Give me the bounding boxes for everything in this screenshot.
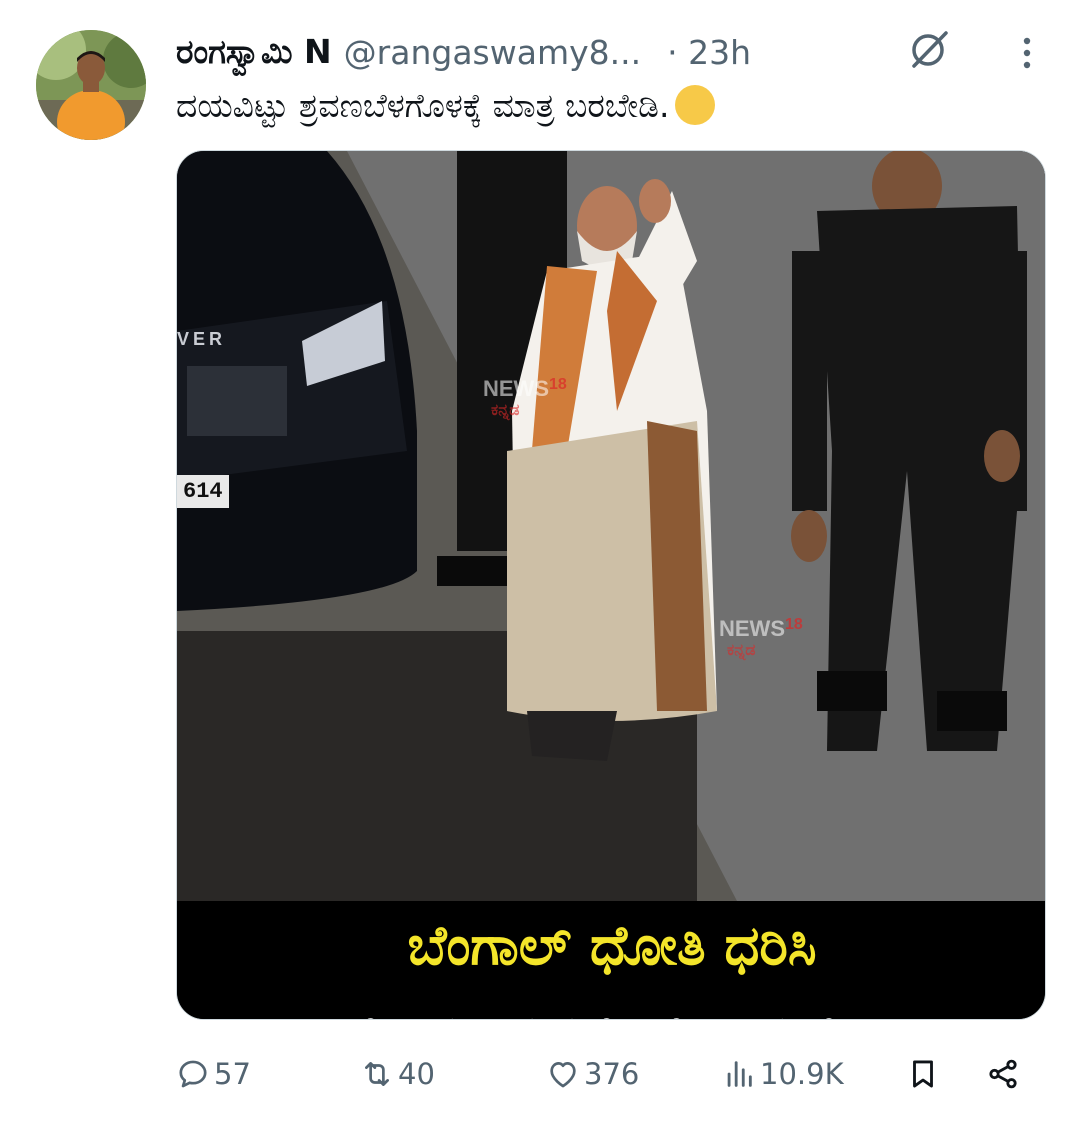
action-bar: 57 40 376 10.9K: [176, 1048, 1046, 1100]
share-icon: [989, 1059, 1017, 1089]
watermark-brand: NEWS: [719, 616, 785, 641]
media-photo: [177, 151, 1045, 901]
thinking-face-emoji: [675, 84, 716, 125]
car-badge: VER: [177, 329, 227, 349]
watermark-number: 18: [549, 376, 567, 393]
views-button[interactable]: 10.9K: [722, 1048, 844, 1100]
views-icon: [727, 1061, 752, 1087]
more-icon[interactable]: [1020, 36, 1034, 70]
watermark-2: NEWS18 ಕನ್ನಡ: [719, 616, 803, 660]
car-plate: 614: [177, 475, 229, 508]
tweet-text-body: ದಯವಿಟ್ಟು ಶ್ರವಣಬೆಳಗೊಳಕ್ಕೆ ಮಾತ್ರ ಬರಬೇಡಿ.: [176, 86, 670, 125]
watermark-sub: ಕನ್ನಡ: [727, 642, 756, 659]
retweet-icon: [365, 1062, 389, 1086]
user-handle[interactable]: @rangaswamy8...: [344, 33, 641, 72]
like-count: 376: [584, 1057, 640, 1091]
muted-icon: [912, 31, 948, 68]
watermark-brand: NEWS: [483, 376, 549, 401]
heart-icon: [550, 1062, 576, 1088]
retweet-button[interactable]: 40: [360, 1048, 435, 1100]
reply-count: 57: [214, 1057, 251, 1091]
tweet-media[interactable]: VER 614 NEWS18 ಕನ್ನಡ NEWS18 ಕನ್ನಡ ಬೆಂಗಾಲ…: [176, 150, 1046, 1020]
watermark-sub: ಕನ್ನಡ: [491, 402, 520, 419]
tweet-header: ರಂಗಸ್ವಾಮಿ N @rangaswamy8... · 23h: [176, 30, 1056, 74]
watermark-1: NEWS18 ಕನ್ನಡ: [483, 376, 567, 420]
display-name[interactable]: ರಂಗಸ್ವಾಮಿ N: [176, 32, 332, 72]
bookmark-button[interactable]: [906, 1048, 940, 1100]
views-count: 10.9K: [760, 1057, 844, 1091]
retweet-count: 40: [398, 1057, 435, 1091]
caption-line-2: ಬಿಜೆಪಿ ಪ್ರಧಾನ ಕಛೇರಿಗೆ ಬಂದ ಮೋದಿ: [177, 1003, 1045, 1019]
caption-line-1: ಬೆಂಗಾಲ್ ಧೋತಿ ಧರಿಸಿ: [407, 914, 817, 977]
tweet-text: ದಯವಿಟ್ಟು ಶ್ರವಣಬೆಳಗೊಳಕ್ಕೆ ಮಾತ್ರ ಬರಬೇಡಿ.: [176, 84, 1036, 128]
like-button[interactable]: 376: [546, 1048, 639, 1100]
share-button[interactable]: [986, 1048, 1020, 1100]
tweet-time[interactable]: · 23h: [667, 33, 751, 72]
avatar[interactable]: [36, 30, 146, 140]
reply-icon: [179, 1060, 207, 1088]
bookmark-icon: [913, 1060, 933, 1088]
watermark-number: 18: [785, 616, 803, 633]
reply-button[interactable]: 57: [176, 1048, 251, 1100]
avatar-photo: [36, 30, 146, 140]
